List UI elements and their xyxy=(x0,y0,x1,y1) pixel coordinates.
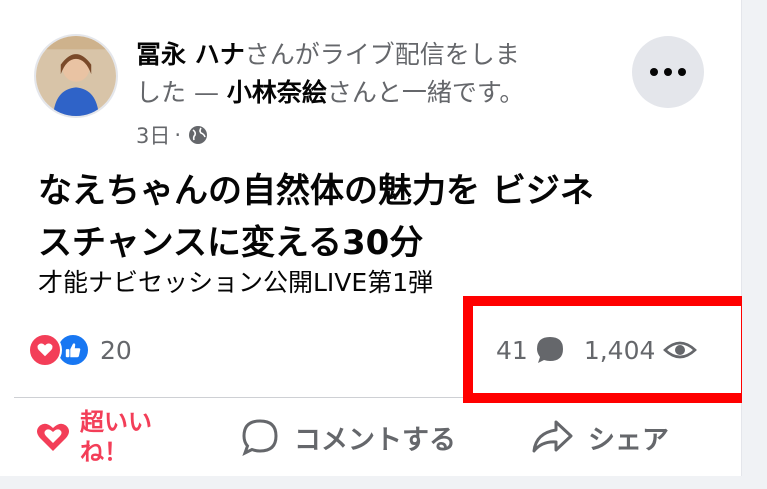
share-button[interactable]: シェア xyxy=(530,398,669,476)
love-label: 超いい ね！ xyxy=(80,408,152,466)
comment-label: コメントする xyxy=(294,424,456,456)
comment-outline-icon xyxy=(240,417,280,457)
tagged-user-name[interactable]: 小林奈絵 xyxy=(227,78,327,107)
reaction-summary[interactable]: 20 xyxy=(28,330,132,370)
meta-separator: · xyxy=(174,123,182,147)
post-title: なえちゃんの自然体の魅力を ビジネ スチャンスに変える30分 xyxy=(38,165,718,269)
share-arrow-icon xyxy=(530,417,574,457)
post-subtitle: 才能ナビセッション公開LIVE第1弾 xyxy=(38,268,434,297)
post-meta: 3日 · xyxy=(136,120,209,150)
with-suffix: さんと一緒です。 xyxy=(326,78,525,107)
comment-button[interactable]: コメントする xyxy=(240,398,456,476)
more-dot xyxy=(650,68,658,76)
love-icon xyxy=(28,333,62,367)
more-dot xyxy=(664,68,672,76)
post-card: 冨永 ハナさんがライブ配信をしま した — 小林奈絵さんと一緒です。 3日 · な… xyxy=(0,0,751,489)
post-header-text: 冨永 ハナさんがライブ配信をしま した — 小林奈絵さんと一緒です。 xyxy=(136,36,616,112)
action-text-1: さんがライブ配信をしま xyxy=(244,40,520,69)
post-timestamp[interactable]: 3日 xyxy=(136,120,170,150)
action-text-2: した — xyxy=(136,78,227,107)
post-title-line-2: スチャンスに変える30分 xyxy=(38,223,424,263)
more-options-button[interactable] xyxy=(632,36,704,108)
feed-gap xyxy=(0,476,742,489)
reaction-count: 20 xyxy=(100,335,132,365)
share-label: シェア xyxy=(588,424,669,456)
stats-highlight-box xyxy=(463,296,751,403)
feed-gutter xyxy=(742,0,767,489)
love-reaction-button[interactable]: 超いい ね！ xyxy=(34,398,176,476)
heart-outline-icon xyxy=(34,418,72,456)
post-action-bar: 超いい ね！ コメントする シェア xyxy=(0,398,742,476)
avatar-photo xyxy=(36,36,116,116)
author-name[interactable]: 冨永 ハナ xyxy=(136,40,245,69)
globe-icon xyxy=(189,126,208,144)
author-avatar[interactable] xyxy=(34,34,118,118)
post-title-line-1: なえちゃんの自然体の魅力を ビジネ xyxy=(38,171,594,211)
more-dot xyxy=(678,68,686,76)
